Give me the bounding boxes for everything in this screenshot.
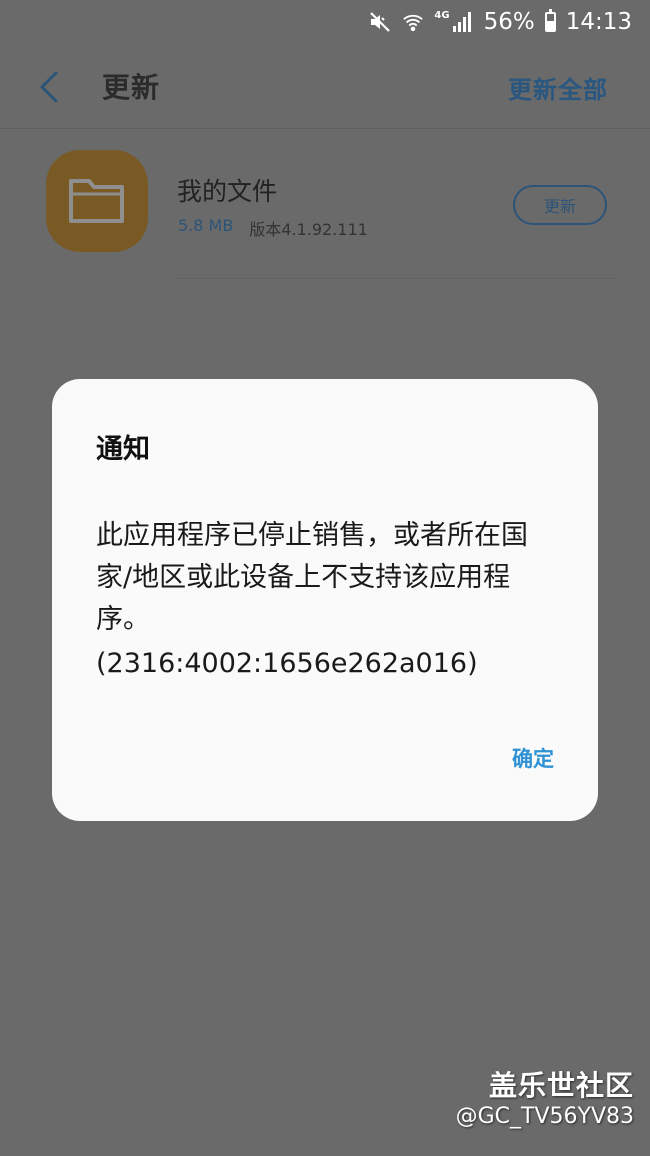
dialog-title: 通知 — [96, 434, 150, 465]
status-bar: 4G 56% 14:13 — [0, 0, 650, 44]
list-item[interactable]: 我的文件 5.8 MB 版本4.1.92.111 更新 — [0, 140, 650, 280]
error-code: (2316:4002:1656e262a016) — [96, 648, 478, 679]
watermark-logo: 盖乐世社区 — [488, 1069, 634, 1102]
confirm-button[interactable]: 确定 — [512, 743, 554, 773]
app-bar: 更新 更新全部 — [0, 44, 650, 130]
battery-fill — [546, 21, 554, 30]
chevron-left-icon[interactable] — [36, 70, 64, 104]
page-title: 更新 — [102, 71, 161, 104]
clock: 14:13 — [565, 9, 632, 35]
notification-dialog: 通知 此应用程序已停止销售，或者所在国家/地区或此设备上不支持该应用程序。 (2… — [52, 379, 598, 821]
dialog-message: 此应用程序已停止销售，或者所在国家/地区或此设备上不支持该应用程序。 — [96, 520, 528, 635]
network-type-label: 4G — [434, 9, 450, 21]
watermark-user: @GC_TV56YV83 — [455, 1104, 634, 1129]
folder-icon — [46, 150, 148, 252]
app-version: 版本4.1.92.111 — [249, 220, 368, 239]
app-meta: 5.8 MB 版本4.1.92.111 — [178, 216, 368, 240]
update-all-button[interactable]: 更新全部 — [508, 70, 608, 105]
divider — [0, 128, 650, 129]
app-name: 我的文件 — [177, 177, 278, 206]
battery-icon — [544, 9, 556, 32]
divider — [178, 278, 618, 279]
signal-icon — [452, 11, 474, 33]
status-icons: 4G 56% 14:13 — [368, 8, 632, 36]
update-button[interactable]: 更新 — [513, 185, 607, 225]
mute-icon — [368, 10, 392, 34]
wifi-icon — [402, 11, 424, 33]
app-size: 5.8 MB — [178, 216, 234, 235]
battery-percent: 56% — [483, 9, 535, 35]
